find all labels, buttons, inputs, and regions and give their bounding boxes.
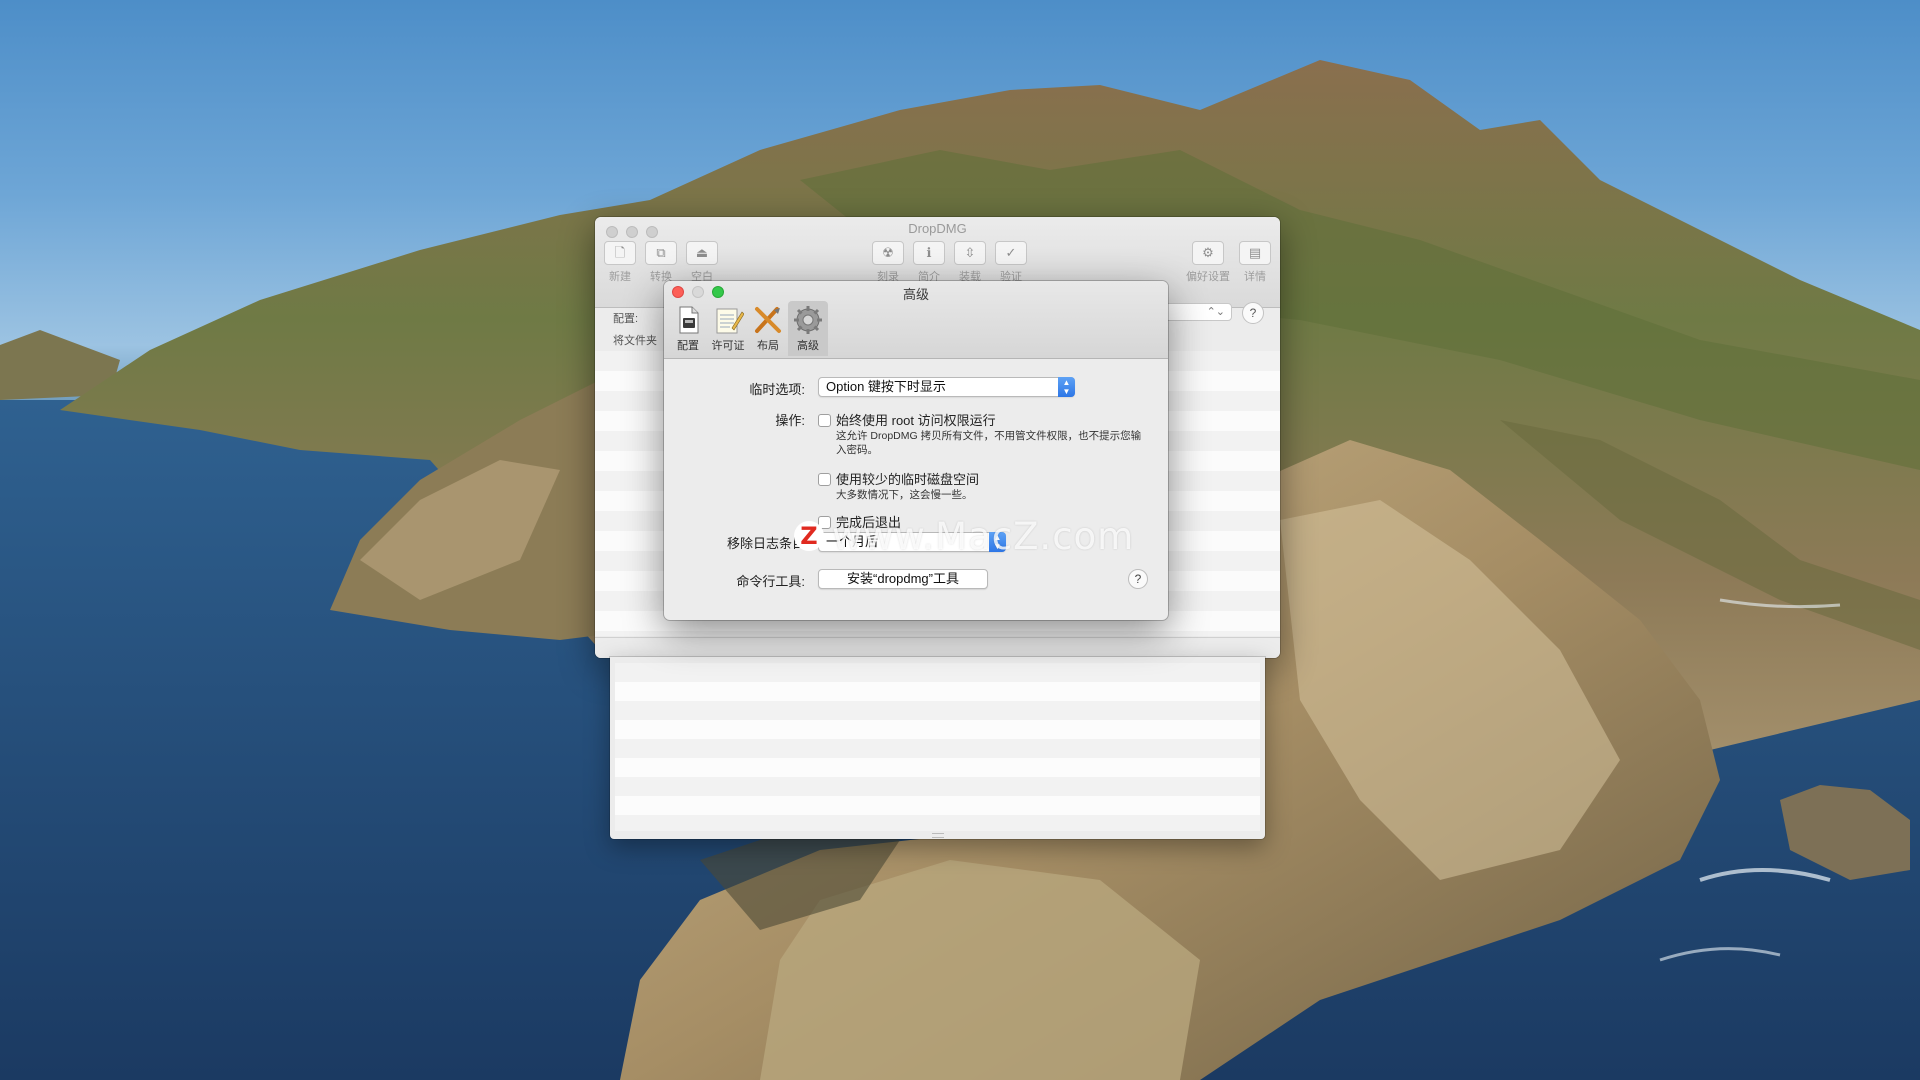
tab-advanced-label: 高级 [797,340,819,352]
main-window-title: DropDMG [908,221,967,236]
info-icon: ℹ [913,241,945,265]
preferences-titlebar: 高级 配置 许可证 布局 高级 [664,281,1168,359]
resize-grip-icon[interactable] [931,833,944,838]
watermark-logo-icon: Z [794,521,824,551]
drop-panel-drawer [610,657,1265,839]
toolbar-new-label: 新建 [609,271,631,283]
mount-icon: ⇳ [954,241,986,265]
less-disk-option[interactable]: 使用较少的临时磁盘空间 [818,469,979,488]
remove-log-popup[interactable]: 一个月后 ▲ ▼ [818,532,1006,552]
action-label: 操作: [775,413,805,428]
gear-icon: ⚙ [1192,241,1224,265]
convert-icon: ⧉ [645,241,677,265]
popup-arrows-icon: ▲ ▼ [989,532,1006,552]
install-cli-button[interactable]: 安装“dropdmg”工具 [818,569,988,589]
main-config-area: 配置: 将文件夹 [613,308,657,352]
config-label: 配置: [613,313,639,325]
always-root-option[interactable]: 始终使用 root 访问权限运行 [818,410,996,429]
toolbar-blank-button[interactable]: ⏏ 空白 [683,241,721,284]
cli-label: 命令行工具: [736,574,805,589]
tab-config[interactable]: 配置 [668,301,708,356]
toolbar-new-button[interactable]: 🗋 新建 [601,241,639,284]
drop-hint-text: 将文件夹 [613,335,657,347]
details-icon: ▤ [1239,241,1271,265]
config-document-icon [679,306,699,334]
toolbar-details-label: 详情 [1244,271,1266,283]
toolbar-verify-button[interactable]: ✓ 验证 [992,241,1030,284]
advanced-pane: 临时选项: Option 键按下时显示 ▲ ▼ 操作: 始终使用 root 访问权… [664,359,1168,620]
quit-after-option[interactable]: 完成后退出 [818,512,901,531]
toolbar-info-button[interactable]: ℹ 简介 [910,241,948,284]
always-root-label: 始终使用 root 访问权限运行 [836,413,996,428]
tab-layout[interactable]: 布局 [748,301,788,356]
toolbar-preferences-label: 偏好设置 [1186,271,1230,283]
advanced-help-button[interactable]: ? [1128,569,1148,589]
less-disk-note: 大多数情况下，这会慢一些。 [836,489,973,501]
layout-tools-icon [755,307,781,333]
tab-license-label: 许可证 [711,340,745,352]
new-document-icon: 🗋 [604,241,636,265]
preferences-tabs: 配置 许可证 布局 高级 [668,301,828,356]
advanced-gear-icon [794,306,822,334]
tab-license[interactable]: 许可证 [708,301,748,356]
popup-arrows-icon: ▲ ▼ [1058,377,1075,397]
less-disk-label: 使用较少的临时磁盘空间 [836,472,980,487]
verify-checkmark-icon: ✓ [995,241,1027,265]
tab-config-label: 配置 [677,340,699,352]
toolbar-preferences-button[interactable]: ⚙ 偏好设置 [1183,241,1233,284]
tab-advanced[interactable]: 高级 [788,301,828,356]
temp-option-value: Option 键按下时显示 [826,379,946,394]
blank-disk-icon: ⏏ [686,241,718,265]
main-window-footer [595,637,1280,658]
toolbar-convert-button[interactable]: ⧉ 转换 [642,241,680,284]
remove-log-value: 一个月后 [826,534,879,549]
toolbar-burn-button[interactable]: ☢ 刻录 [869,241,907,284]
quit-after-label: 完成后退出 [836,515,902,530]
drop-panel-list[interactable] [615,663,1260,831]
burn-icon: ☢ [872,241,904,265]
always-root-checkbox[interactable] [818,414,831,427]
tab-layout-label: 布局 [757,340,779,352]
always-root-note: 这允许 DropDMG 拷贝所有文件，不用管文件权限，也不提示您输入密码。 [836,430,1142,456]
less-disk-checkbox[interactable] [818,473,831,486]
temp-option-label: 临时选项: [749,382,805,397]
toolbar-mount-button[interactable]: ⇳ 装载 [951,241,989,284]
temp-option-popup[interactable]: Option 键按下时显示 ▲ ▼ [818,377,1075,397]
license-notepad-icon [716,308,744,334]
main-help-button[interactable]: ? [1242,302,1264,324]
toolbar-details-button[interactable]: ▤ 详情 [1236,241,1274,284]
preferences-window: 高级 配置 许可证 布局 高级 临时选项: Option 键按下时显示 ▲ ▼ … [664,281,1168,620]
